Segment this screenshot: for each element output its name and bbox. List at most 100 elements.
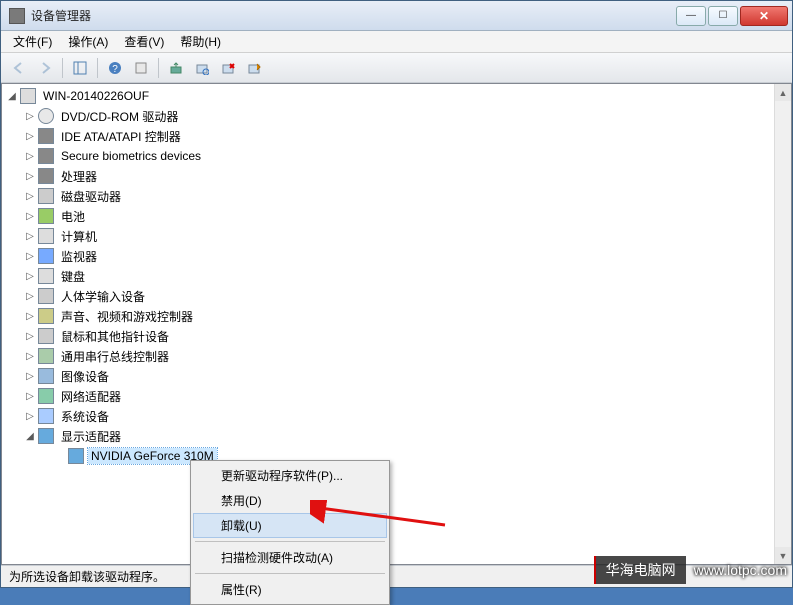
expand-icon[interactable]: ▷ <box>24 350 36 362</box>
device-category-icon <box>38 208 54 224</box>
device-tree[interactable]: ◢ WIN-20140226OUF ▷ DVD/CD-ROM 驱动器▷IDE AT… <box>2 84 791 564</box>
expand-icon[interactable]: ▷ <box>24 230 36 242</box>
device-category-icon <box>38 388 54 404</box>
tree-item-label: 图像设备 <box>58 367 112 386</box>
tree-item[interactable]: ▷ 监视器 <box>2 246 791 266</box>
expand-icon[interactable]: ▷ <box>24 330 36 342</box>
device-category-icon <box>38 368 54 384</box>
help-button[interactable]: ? <box>103 56 127 80</box>
maximize-button[interactable]: ☐ <box>708 6 738 26</box>
device-manager-window: 设备管理器 — ☐ ✕ 文件(F) 操作(A) 查看(V) 帮助(H) ? ◢ … <box>0 0 793 588</box>
expand-icon[interactable]: ▷ <box>24 150 36 162</box>
cm-uninstall[interactable]: 卸载(U) <box>193 513 387 538</box>
tree-item-label: DVD/CD-ROM 驱动器 <box>58 107 181 126</box>
expand-icon[interactable]: ▷ <box>24 310 36 322</box>
menu-action[interactable]: 操作(A) <box>60 30 116 53</box>
device-category-icon <box>38 348 54 364</box>
expand-icon[interactable]: ▷ <box>24 290 36 302</box>
expand-icon[interactable]: ▷ <box>24 190 36 202</box>
tree-item[interactable]: ◢显示适配器 <box>2 426 791 446</box>
watermark-brand: 华海电脑网 <box>594 556 686 584</box>
device-category-icon <box>38 308 54 324</box>
tree-item-display-device[interactable]: NVIDIA GeForce 310M <box>2 446 791 466</box>
menu-help[interactable]: 帮助(H) <box>172 30 229 53</box>
tree-item[interactable]: ▷ 人体学输入设备 <box>2 286 791 306</box>
tree-item[interactable]: ▷ 声音、视频和游戏控制器 <box>2 306 791 326</box>
tree-item[interactable]: ▷鼠标和其他指针设备 <box>2 326 791 346</box>
tree-item-label: 人体学输入设备 <box>58 287 148 306</box>
device-category-icon <box>38 108 54 124</box>
device-category-icon <box>38 268 54 284</box>
expand-icon[interactable]: ▷ <box>24 170 36 182</box>
device-category-icon <box>38 188 54 204</box>
expand-icon[interactable]: ▷ <box>24 410 36 422</box>
tree-root[interactable]: ◢ WIN-20140226OUF <box>2 86 791 106</box>
tree-item-label: 电池 <box>58 207 88 226</box>
window-title: 设备管理器 <box>31 7 674 24</box>
device-category-icon <box>38 168 54 184</box>
toolbar-separator <box>62 58 63 78</box>
scan-hardware-button[interactable] <box>190 56 214 80</box>
context-menu: 更新驱动程序软件(P)... 禁用(D) 卸载(U) 扫描检测硬件改动(A) 属… <box>190 460 390 605</box>
cm-separator <box>195 541 385 542</box>
device-category-icon <box>38 328 54 344</box>
collapse-icon[interactable]: ◢ <box>6 90 18 102</box>
expand-icon[interactable]: ▷ <box>24 110 36 122</box>
expand-icon[interactable]: ▷ <box>24 270 36 282</box>
tree-item-label: 声音、视频和游戏控制器 <box>58 307 196 326</box>
properties-button[interactable] <box>129 56 153 80</box>
tree-item[interactable]: ▷计算机 <box>2 226 791 246</box>
disable-button[interactable] <box>242 56 266 80</box>
device-category-icon <box>38 428 54 444</box>
expand-icon[interactable]: ▷ <box>24 250 36 262</box>
tree-item-label: 磁盘驱动器 <box>58 187 124 206</box>
vertical-scrollbar[interactable]: ▲ ▼ <box>774 84 791 564</box>
cm-scan-hardware[interactable]: 扫描检测硬件改动(A) <box>193 545 387 570</box>
tree-item-label: 网络适配器 <box>58 387 124 406</box>
tree-item-label: 通用串行总线控制器 <box>58 347 172 366</box>
scroll-up-button[interactable]: ▲ <box>775 84 791 101</box>
tree-item[interactable]: ▷ 磁盘驱动器 <box>2 186 791 206</box>
cm-properties[interactable]: 属性(R) <box>193 577 387 602</box>
tree-item[interactable]: ▷IDE ATA/ATAPI 控制器 <box>2 126 791 146</box>
tree-item[interactable]: ▷ Secure biometrics devices <box>2 146 791 166</box>
app-icon <box>9 8 25 24</box>
tree-item-label: 处理器 <box>58 167 100 186</box>
menu-file[interactable]: 文件(F) <box>5 30 60 53</box>
watermark: 华海电脑网 www.lotpc.com <box>594 556 787 584</box>
tree-item[interactable]: ▷ 通用串行总线控制器 <box>2 346 791 366</box>
tree-item[interactable]: ▷ 电池 <box>2 206 791 226</box>
uninstall-button[interactable] <box>216 56 240 80</box>
update-driver-button[interactable] <box>164 56 188 80</box>
toolbar-separator <box>97 58 98 78</box>
menu-view[interactable]: 查看(V) <box>116 30 172 53</box>
tree-item[interactable]: ▷ DVD/CD-ROM 驱动器 <box>2 106 791 126</box>
close-button[interactable]: ✕ <box>740 6 788 26</box>
watermark-url: www.lotpc.com <box>694 562 787 578</box>
toolbar-separator <box>158 58 159 78</box>
device-category-icon <box>38 128 54 144</box>
expand-icon[interactable]: ▷ <box>24 390 36 402</box>
expand-icon[interactable]: ▷ <box>24 210 36 222</box>
tree-item-label: 监视器 <box>58 247 100 266</box>
tree-item[interactable]: ▷ 网络适配器 <box>2 386 791 406</box>
minimize-button[interactable]: — <box>676 6 706 26</box>
show-hide-tree-button[interactable] <box>68 56 92 80</box>
tree-item[interactable]: ▷系统设备 <box>2 406 791 426</box>
expand-icon[interactable]: ▷ <box>24 130 36 142</box>
collapse-icon[interactable]: ◢ <box>24 430 36 442</box>
tree-item[interactable]: ▷ 处理器 <box>2 166 791 186</box>
cm-disable[interactable]: 禁用(D) <box>193 488 387 513</box>
device-category-icon <box>38 248 54 264</box>
tree-item[interactable]: ▷键盘 <box>2 266 791 286</box>
svg-text:?: ? <box>112 64 118 75</box>
cm-separator <box>195 573 385 574</box>
back-button <box>7 56 31 80</box>
expand-icon[interactable]: ▷ <box>24 370 36 382</box>
cm-update-driver[interactable]: 更新驱动程序软件(P)... <box>193 463 387 488</box>
tree-item-label: Secure biometrics devices <box>58 148 204 164</box>
tree-item[interactable]: ▷ 图像设备 <box>2 366 791 386</box>
client-area: ◢ WIN-20140226OUF ▷ DVD/CD-ROM 驱动器▷IDE AT… <box>1 83 792 565</box>
status-text: 为所选设备卸载该驱动程序。 <box>9 568 165 585</box>
display-adapter-icon <box>68 448 84 464</box>
